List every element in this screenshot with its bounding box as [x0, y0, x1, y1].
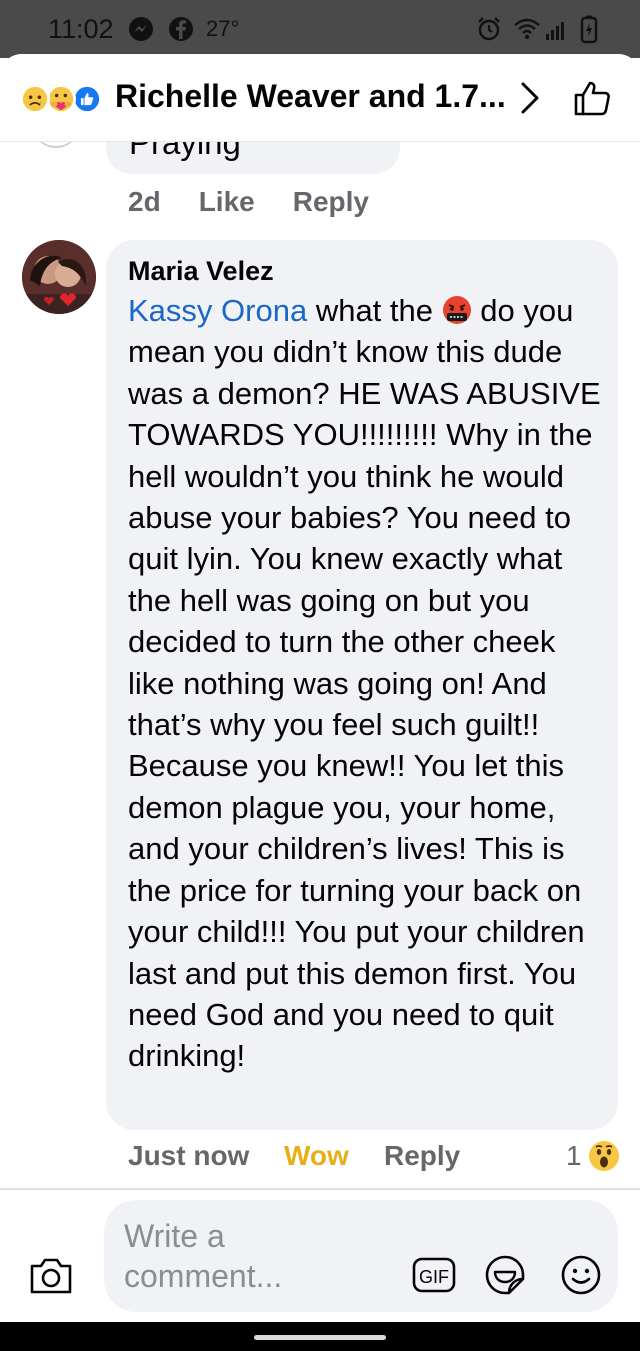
- avatar-photo: [22, 240, 96, 314]
- comment-text-part-1: what the: [307, 293, 442, 328]
- comment-composer[interactable]: Write a comment... GIF: [104, 1200, 618, 1312]
- comment-text-part-2: do you mean you didn’t know this dude wa…: [128, 293, 601, 1074]
- alarm-icon: [478, 17, 500, 41]
- like-reaction-icon: [72, 84, 102, 114]
- smiley-icon[interactable]: [560, 1254, 602, 1296]
- status-time: 11:02: [48, 14, 114, 44]
- signal-icon: [546, 22, 564, 40]
- status-bar: 11:02 27°: [0, 0, 640, 58]
- previous-comment-actions: 2d Like Reply: [128, 186, 407, 218]
- face-with-symbols-on-mouth-icon: [442, 296, 471, 324]
- thumbs-up-icon[interactable]: [572, 78, 612, 118]
- comment-text: Kassy Orona what the do you mean you did…: [128, 290, 608, 1077]
- comment-time: Just now: [128, 1140, 250, 1171]
- comments-header: Richelle Weaver and 1.7...: [0, 54, 640, 142]
- comment-bubble: Maria Velez Kassy Orona what the do you …: [106, 240, 618, 1130]
- wifi-icon: [514, 18, 540, 40]
- sad-reaction-icon: [20, 84, 50, 114]
- composer-divider: [0, 1188, 640, 1190]
- sticker-icon[interactable]: [484, 1254, 526, 1296]
- home-gesture-bar[interactable]: [254, 1335, 386, 1340]
- comment-input[interactable]: Write a comment...: [124, 1216, 344, 1296]
- care-reaction-icon: [46, 84, 76, 114]
- mention-link[interactable]: Kassy Orona: [128, 293, 307, 328]
- comment-wow-button[interactable]: Wow: [284, 1140, 349, 1172]
- reaction-count[interactable]: 1: [566, 1140, 582, 1172]
- messenger-icon: [129, 17, 153, 41]
- battery-icon: [580, 15, 598, 44]
- gif-icon[interactable]: GIF: [412, 1256, 456, 1294]
- wow-reaction-icon[interactable]: [588, 1140, 620, 1172]
- facebook-icon: [169, 17, 193, 41]
- comment-actions: Just now Wow Reply: [128, 1140, 460, 1172]
- post-reactors-title[interactable]: Richelle Weaver and 1.7...: [115, 78, 506, 115]
- system-nav-bar: [0, 1322, 640, 1351]
- previous-comment-time: 2d: [128, 186, 161, 217]
- avatar[interactable]: [22, 240, 96, 314]
- previous-comment-reply-button[interactable]: Reply: [293, 186, 369, 217]
- comment-reply-button[interactable]: Reply: [384, 1140, 460, 1172]
- camera-icon[interactable]: [28, 1254, 74, 1296]
- status-temperature: 27°: [206, 16, 240, 41]
- comments-sheet: Richelle Weaver and 1.7... Praying 2d Lik…: [0, 54, 640, 1322]
- reaction-summary[interactable]: [20, 84, 110, 114]
- svg-text:GIF: GIF: [419, 1267, 449, 1287]
- comment-author[interactable]: Maria Velez: [128, 256, 274, 287]
- chevron-right-icon[interactable]: [515, 80, 545, 116]
- previous-comment-like-button[interactable]: Like: [199, 186, 255, 217]
